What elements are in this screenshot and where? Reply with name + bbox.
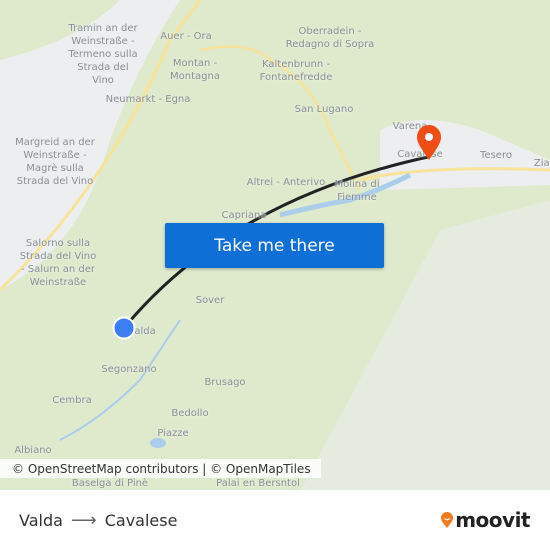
moovit-logo[interactable]: moovit bbox=[440, 508, 530, 532]
map-label: Sover bbox=[195, 295, 225, 306]
map-label: Brusago bbox=[204, 377, 246, 388]
map-label: Segonzano bbox=[101, 364, 157, 375]
map-label: Salorno sulla Strada del Vino - Salurn a… bbox=[19, 238, 97, 288]
moovit-wordmark: moovit bbox=[455, 508, 530, 532]
map-label: Margreid an der Weinstraße - Magrè sulla… bbox=[15, 137, 95, 187]
map-label: Albiano bbox=[14, 445, 52, 456]
map-label: Palai en Bersntol bbox=[216, 478, 300, 489]
arrow-right-icon: ⟶ bbox=[70, 509, 97, 531]
map-label: Bedollo bbox=[171, 408, 209, 419]
map[interactable]: Tramin an der Weinstraße - Termeno sulla… bbox=[0, 0, 550, 490]
destination-name: Cavalese bbox=[104, 510, 178, 530]
map-label: Oberradein - Redagno di Sopra bbox=[285, 26, 375, 50]
map-attribution[interactable]: © OpenStreetMap contributors | © OpenMap… bbox=[0, 459, 321, 478]
map-label: Montan - Montagna bbox=[170, 58, 220, 82]
map-label: Tesero bbox=[480, 150, 512, 161]
map-label: Ziano bbox=[533, 158, 550, 169]
origin-name: Valda bbox=[19, 510, 63, 530]
map-label: Baselga di Pinè bbox=[71, 478, 149, 489]
map-label: Tramin an der Weinstraße - Termeno sulla… bbox=[68, 23, 138, 86]
destination-pin-icon[interactable] bbox=[415, 124, 443, 162]
map-label: Kaltenbrunn - Fontanefredde bbox=[259, 59, 333, 83]
origin-marker-icon[interactable] bbox=[112, 316, 136, 340]
map-label: San Lugano bbox=[294, 104, 354, 115]
map-label: Neumarkt - Egna bbox=[105, 94, 191, 105]
moovit-pin-icon bbox=[441, 512, 454, 528]
footer: Valda ⟶ Cavalese moovit bbox=[0, 490, 550, 550]
route-summary: Valda ⟶ Cavalese bbox=[19, 510, 177, 531]
map-label: Capriana bbox=[221, 210, 267, 221]
map-label: Molina di Fiemme bbox=[334, 179, 380, 203]
map-label: Auer - Ora bbox=[160, 31, 212, 42]
map-label: Piazze bbox=[157, 428, 189, 439]
map-label: Cembra bbox=[52, 395, 92, 406]
take-me-there-button[interactable]: Take me there bbox=[165, 223, 384, 268]
map-label: Altrei - Anterivo bbox=[246, 177, 326, 188]
